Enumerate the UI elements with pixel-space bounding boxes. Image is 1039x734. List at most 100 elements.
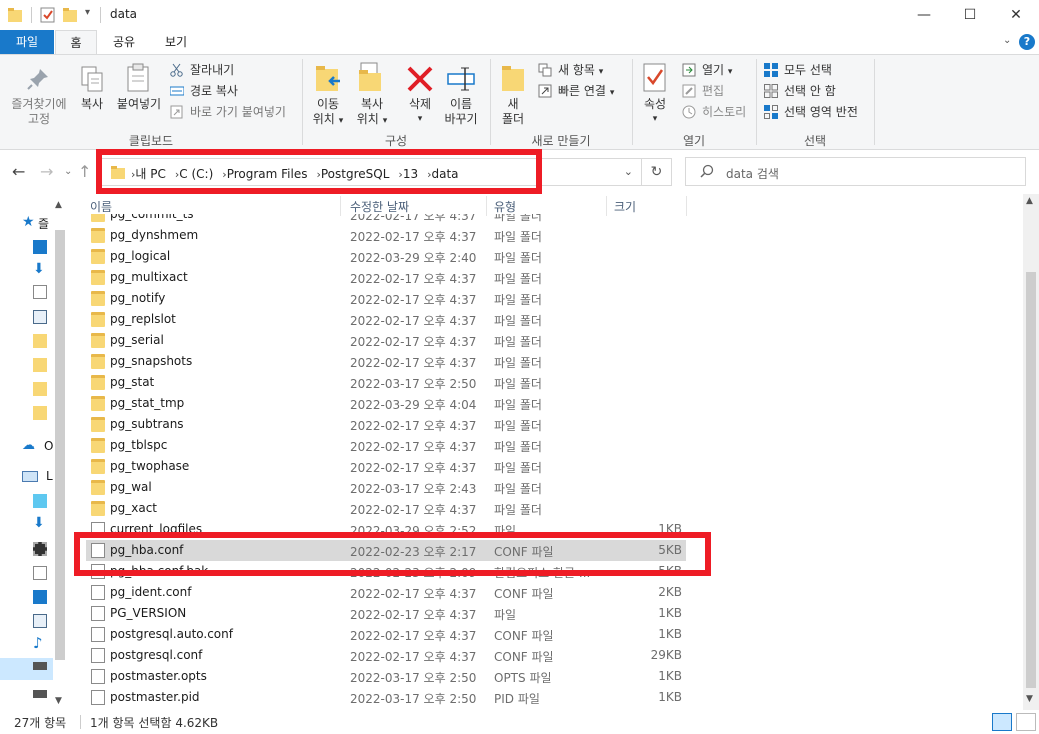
column-separator[interactable] <box>686 196 687 216</box>
file-row[interactable]: PG_VERSION 2022-02-17 오후 4:37 파일 1KB <box>86 603 686 624</box>
file-row[interactable]: pg_subtrans 2022-02-17 오후 4:37 파일 폴더 <box>86 414 686 435</box>
desktop-icon[interactable] <box>33 590 47 604</box>
file-row[interactable]: postgresql.auto.conf 2022-02-17 오후 4:37 CO… <box>86 624 686 645</box>
column-header-size[interactable]: 크기 <box>614 198 636 215</box>
file-list-scroll-thumb[interactable] <box>1026 272 1036 688</box>
file-row[interactable]: pg_twophase 2022-02-17 오후 4:37 파일 폴더 <box>86 456 686 477</box>
folder-icon[interactable] <box>33 382 47 396</box>
column-separator[interactable] <box>340 196 341 216</box>
onedrive-cloud-icon[interactable]: ☁ <box>22 438 35 453</box>
file-row[interactable]: pg_tblspc 2022-02-17 오후 4:37 파일 폴더 <box>86 435 686 456</box>
maximize-button[interactable]: ☐ <box>947 0 993 30</box>
open-button[interactable]: 열기 ▾ <box>682 61 732 79</box>
forward-arrow-icon[interactable]: → <box>40 162 53 181</box>
folder-icon[interactable] <box>33 334 47 348</box>
separator <box>31 7 32 23</box>
scroll-up-icon[interactable]: ▲ <box>55 200 62 210</box>
invert-selection-button[interactable]: 선택 영역 반전 <box>764 103 858 121</box>
minimize-button[interactable]: — <box>901 0 947 30</box>
file-list-scrollbar[interactable]: ▲ ▼ <box>1023 194 1039 710</box>
file-row[interactable]: pg_xact 2022-02-17 오후 4:37 파일 폴더 <box>86 498 686 519</box>
scroll-up-icon[interactable]: ▲ <box>1026 196 1033 206</box>
file-row[interactable]: pg_wal 2022-03-17 오후 2:43 파일 폴더 <box>86 477 686 498</box>
file-name: postmaster.pid <box>110 690 200 704</box>
recent-locations-chevron-icon[interactable]: ⌄ <box>64 166 72 177</box>
history-button[interactable]: 히스토리 <box>682 103 746 121</box>
file-row[interactable]: postgresql.conf 2022-02-17 오후 4:37 CONF 파일… <box>86 645 686 666</box>
documents-icon[interactable] <box>33 285 47 299</box>
address-dropdown-chevron-icon[interactable]: ⌄ <box>624 165 633 178</box>
properties-quick-icon[interactable] <box>40 7 56 23</box>
drive-icon[interactable] <box>33 690 47 698</box>
column-header-name[interactable]: 이름 <box>90 198 112 215</box>
file-row[interactable]: pg_snapshots 2022-02-17 오후 4:37 파일 폴더 <box>86 351 686 372</box>
tab-view[interactable]: 보기 <box>150 30 202 54</box>
column-header-date[interactable]: 수정한 날짜 <box>350 198 409 215</box>
new-item-button[interactable]: 새 항목 ▾ <box>538 61 603 79</box>
copy-path-button[interactable]: 경로 복사 <box>169 82 238 100</box>
pictures-icon[interactable] <box>33 310 47 324</box>
folder-icon[interactable] <box>33 406 47 420</box>
file-row[interactable]: pg_commit_ts 2022-02-17 오후 4:37 파일 폴더 <box>86 214 686 225</box>
file-name: pg_stat <box>110 375 155 389</box>
column-separator[interactable] <box>606 196 607 216</box>
paste-shortcut-button[interactable]: 바로 가기 붙여넣기 <box>170 103 286 121</box>
pictures-icon[interactable] <box>33 614 47 628</box>
column-separator[interactable] <box>486 196 487 216</box>
tab-share[interactable]: 공유 <box>100 30 148 54</box>
file-row[interactable]: pg_ident.conf 2022-02-17 오후 4:37 CONF 파일 2K… <box>86 582 686 603</box>
file-name: pg_stat_tmp <box>110 396 185 410</box>
select-all-button[interactable]: 모두 선택 <box>764 61 832 79</box>
new-folder-icon <box>500 63 526 96</box>
file-row[interactable]: pg_stat 2022-03-17 오후 2:50 파일 폴더 <box>86 372 686 393</box>
documents-icon[interactable] <box>33 566 47 580</box>
nav-pane-scrollbar[interactable]: ▲ ▼ <box>53 198 67 710</box>
3d-objects-icon[interactable] <box>33 494 47 508</box>
file-row[interactable]: pg_multixact 2022-02-17 오후 4:37 파일 폴더 <box>86 267 686 288</box>
file-row[interactable]: pg_stat_tmp 2022-03-29 오후 4:04 파일 폴더 <box>86 393 686 414</box>
collapse-ribbon-icon[interactable]: ⌄ <box>1003 35 1011 46</box>
folder-icon[interactable] <box>33 358 47 372</box>
desktop-icon[interactable] <box>33 240 47 254</box>
quick-access-star-icon[interactable]: ★ <box>22 214 35 230</box>
cut-button[interactable]: 잘라내기 <box>170 61 234 79</box>
file-row[interactable]: pg_serial 2022-02-17 오후 4:37 파일 폴더 <box>86 330 686 351</box>
search-box[interactable]: data 검색 <box>685 157 1026 186</box>
refresh-icon[interactable]: ↻ <box>642 158 672 186</box>
help-icon[interactable]: ? <box>1019 34 1035 50</box>
nav-pane-scroll-thumb[interactable] <box>55 230 65 660</box>
file-row[interactable]: pg_replslot 2022-02-17 오후 4:37 파일 폴더 <box>86 309 686 330</box>
scroll-down-icon[interactable]: ▼ <box>1026 694 1033 704</box>
videos-icon[interactable] <box>33 542 47 556</box>
file-type: CONF 파일 <box>494 650 554 664</box>
local-disk-icon[interactable] <box>33 662 47 670</box>
file-row[interactable]: postmaster.pid 2022-03-17 오후 2:50 PID 파일 1K… <box>86 687 686 708</box>
scroll-down-icon[interactable]: ▼ <box>55 696 62 706</box>
easy-access-button[interactable]: 빠른 연결 ▾ <box>538 82 614 100</box>
file-row[interactable]: pg_dynshmem 2022-02-17 오후 4:37 파일 폴더 <box>86 225 686 246</box>
select-all-icon <box>764 63 778 77</box>
file-date: 2022-02-17 오후 4:37 <box>350 314 477 328</box>
this-pc-icon[interactable] <box>22 471 38 482</box>
select-none-button[interactable]: 선택 안 함 <box>764 82 836 100</box>
column-header-type[interactable]: 유형 <box>494 198 516 215</box>
file-row[interactable]: pg_notify 2022-02-17 오후 4:37 파일 폴더 <box>86 288 686 309</box>
large-icons-view-icon[interactable] <box>1016 713 1036 731</box>
tab-home[interactable]: 홈 <box>55 30 97 54</box>
download-arrow-icon[interactable]: ⬇ <box>33 262 47 276</box>
download-arrow-icon[interactable]: ⬇ <box>33 516 47 530</box>
file-row[interactable]: postmaster.opts 2022-03-17 오후 2:50 OPTS 파일… <box>86 666 686 687</box>
file-row[interactable]: pg_logical 2022-03-29 오후 2:40 파일 폴더 <box>86 246 686 267</box>
tab-file[interactable]: 파일 <box>0 30 54 54</box>
new-folder-quick-icon[interactable] <box>63 7 77 23</box>
back-arrow-icon[interactable]: ← <box>12 162 25 181</box>
customize-quick-access-icon[interactable]: ▾ <box>85 7 95 23</box>
edit-button[interactable]: 편집 <box>682 82 724 100</box>
close-button[interactable]: ✕ <box>993 0 1039 30</box>
nav-label-quick-access[interactable]: 즐 <box>38 215 49 232</box>
details-view-icon[interactable] <box>992 713 1012 731</box>
music-note-icon[interactable]: ♪ <box>33 636 47 651</box>
nav-label-this-pc[interactable]: L <box>46 469 53 483</box>
file-name: postgresql.conf <box>110 648 203 662</box>
up-arrow-icon[interactable]: ↑ <box>78 162 91 181</box>
